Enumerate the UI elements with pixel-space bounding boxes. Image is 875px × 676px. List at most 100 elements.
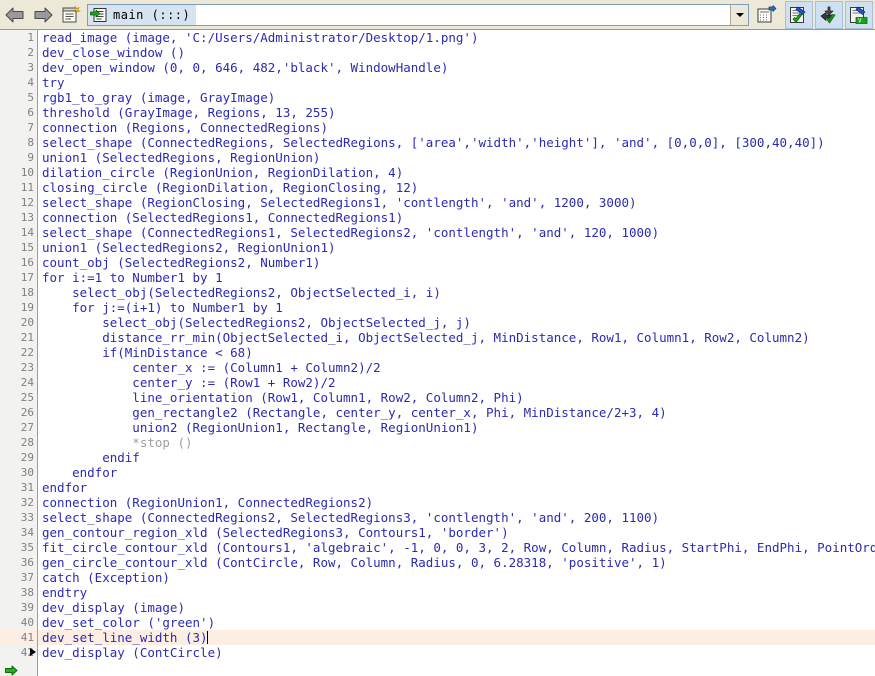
code-line-text: select_shape (ConnectedRegions, Selected… (42, 135, 825, 150)
code-line-text: dev_display (image) (42, 600, 185, 615)
line-number: 2 (27, 46, 34, 59)
code-line[interactable]: endfor (38, 465, 875, 480)
code-line[interactable]: read_image (image, 'C:/Users/Administrat… (38, 30, 875, 45)
code-line-text: select_obj(SelectedRegions2, ObjectSelec… (42, 285, 441, 300)
code-line[interactable]: closing_circle (RegionDilation, RegionCl… (38, 180, 875, 195)
line-number: 32 (20, 496, 34, 509)
code-line[interactable]: gen_rectangle2 (Rectangle, center_y, cen… (38, 405, 875, 420)
step-over-button[interactable] (815, 0, 843, 29)
step-into-icon: V (850, 6, 868, 24)
line-number: 30 (20, 466, 34, 479)
line-number: 20 (20, 316, 34, 329)
line-number: 37 (20, 571, 34, 584)
code-line[interactable]: dev_display (image) (38, 600, 875, 615)
line-number: 13 (20, 211, 34, 224)
code-line-text: union1 (SelectedRegions2, RegionUnion1) (42, 240, 336, 255)
code-line[interactable]: for j:=(i+1) to Number1 by 1 (38, 300, 875, 315)
code-line[interactable]: count_obj (SelectedRegions2, Number1) (38, 255, 875, 270)
code-line-text: threshold (GrayImage, Regions, 13, 255) (42, 105, 336, 120)
procedure-combo-dropdown-button[interactable] (730, 4, 748, 25)
back-button[interactable] (2, 2, 28, 28)
code-line[interactable]: distance_rr_min(ObjectSelected_i, Object… (38, 330, 875, 345)
code-line[interactable]: if(MinDistance < 68) (38, 345, 875, 360)
code-line-text: catch (Exception) (42, 570, 170, 585)
code-line[interactable]: catch (Exception) (38, 570, 875, 585)
procedure-combo-value: main (:::) (113, 7, 191, 22)
code-line-text: select_obj(SelectedRegions2, ObjectSelec… (42, 315, 471, 330)
new-procedure-button[interactable] (58, 2, 84, 28)
code-line[interactable]: line_orientation (Row1, Column1, Row2, C… (38, 390, 875, 405)
code-line[interactable]: union2 (RegionUnion1, Rectangle, RegionU… (38, 420, 875, 435)
code-line[interactable]: select_shape (ConnectedRegions1, Selecte… (38, 225, 875, 240)
code-line[interactable]: threshold (GrayImage, Regions, 13, 255) (38, 105, 875, 120)
insert-operator-button[interactable] (753, 2, 779, 28)
code-line[interactable]: union1 (SelectedRegions, RegionUnion) (38, 150, 875, 165)
code-line-text: gen_circle_contour_xld (ContCircle, Row,… (42, 555, 667, 570)
procedure-list-icon (62, 5, 82, 22)
line-number: 42 (20, 646, 36, 659)
code-line[interactable]: endfor (38, 480, 875, 495)
code-line[interactable]: dev_set_line_width (3) (38, 630, 875, 645)
code-line[interactable]: select_shape (ConnectedRegions, Selected… (38, 135, 875, 150)
code-line[interactable]: dilation_circle (RegionUnion, RegionDila… (38, 165, 875, 180)
code-line-text: for j:=(i+1) to Number1 by 1 (42, 300, 283, 315)
code-line-text: connection (SelectedRegions1, ConnectedR… (42, 210, 404, 225)
code-line[interactable]: gen_circle_contour_xld (ContCircle, Row,… (38, 555, 875, 570)
code-line[interactable]: union1 (SelectedRegions2, RegionUnion1) (38, 240, 875, 255)
code-area[interactable]: read_image (image, 'C:/Users/Administrat… (38, 30, 875, 676)
code-line[interactable]: for i:=1 to Number1 by 1 (38, 270, 875, 285)
code-editor[interactable]: 1 2 3 4 5 6 7 8 9 10 11 12 13 14 15 16 17 18 19 20 21 22 23 24 2… (0, 30, 875, 676)
line-number: 27 (20, 421, 34, 434)
code-line-text: read_image (image, 'C:/Users/Administrat… (42, 30, 479, 45)
forward-button[interactable] (30, 2, 56, 28)
line-number: 3 (27, 61, 34, 74)
back-arrow-icon (5, 7, 24, 22)
line-number: 14 (20, 226, 34, 239)
line-number: 5 (27, 91, 34, 104)
line-number: 15 (20, 241, 34, 254)
step-into-button[interactable]: V (845, 0, 873, 29)
code-line-text: dilation_circle (RegionUnion, RegionDila… (42, 165, 404, 180)
code-line-text: endfor (42, 465, 118, 480)
code-line[interactable]: gen_contour_region_xld (SelectedRegions3… (38, 525, 875, 540)
code-line[interactable]: center_y := (Row1 + Row2)/2 (38, 375, 875, 390)
code-line[interactable]: center_x := (Column1 + Column2)/2 (38, 360, 875, 375)
code-line-text: count_obj (SelectedRegions2, Number1) (42, 255, 321, 270)
code-line-text: dev_set_color ('green') (42, 615, 216, 630)
code-line[interactable]: select_obj(SelectedRegions2, ObjectSelec… (38, 285, 875, 300)
code-line-text: rgb1_to_gray (image, GrayImage) (42, 90, 276, 105)
code-line[interactable]: select_obj(SelectedRegions2, ObjectSelec… (38, 315, 875, 330)
code-line-text: dev_display (ContCircle) (42, 645, 223, 660)
code-line[interactable]: connection (Regions, ConnectedRegions) (38, 120, 875, 135)
code-line-text: dev_set_line_width (3) (42, 630, 208, 645)
code-line-text: distance_rr_min(ObjectSelected_i, Object… (42, 330, 810, 345)
code-line[interactable]: endif (38, 450, 875, 465)
code-line[interactable]: connection (SelectedRegions1, ConnectedR… (38, 210, 875, 225)
code-line-text: endfor (42, 480, 88, 495)
line-number: 8 (27, 136, 34, 149)
line-number: 1 (27, 31, 34, 44)
code-line[interactable]: fit_circle_contour_xld (Contours1, 'alge… (38, 540, 875, 555)
line-number: 6 (27, 106, 34, 119)
line-number: 28 (20, 436, 34, 449)
code-line[interactable]: dev_close_window () (38, 45, 875, 60)
procedure-combo[interactable]: main (:::) (87, 3, 749, 26)
line-number: 40 (20, 616, 34, 629)
line-number: 29 (20, 451, 34, 464)
code-line-text: *stop () (42, 435, 193, 450)
execute-line-button[interactable] (785, 0, 813, 29)
code-line[interactable]: connection (RegionUnion1, ConnectedRegio… (38, 495, 875, 510)
code-line[interactable]: rgb1_to_gray (image, GrayImage) (38, 90, 875, 105)
code-line[interactable]: try (38, 75, 875, 90)
line-number: 39 (20, 601, 34, 614)
code-line[interactable]: select_shape (RegionClosing, SelectedReg… (38, 195, 875, 210)
code-line-text: endtry (42, 585, 88, 600)
code-line[interactable]: dev_display (ContCircle) (38, 645, 875, 660)
code-line[interactable]: select_shape (ConnectedRegions2, Selecte… (38, 510, 875, 525)
code-line-text: dev_close_window () (42, 45, 185, 60)
code-line[interactable]: endtry (38, 585, 875, 600)
code-line[interactable]: *stop () (38, 435, 875, 450)
code-line[interactable]: dev_open_window (0, 0, 646, 482,'black',… (38, 60, 875, 75)
code-line[interactable]: dev_set_color ('green') (38, 615, 875, 630)
line-number: 36 (20, 556, 34, 569)
